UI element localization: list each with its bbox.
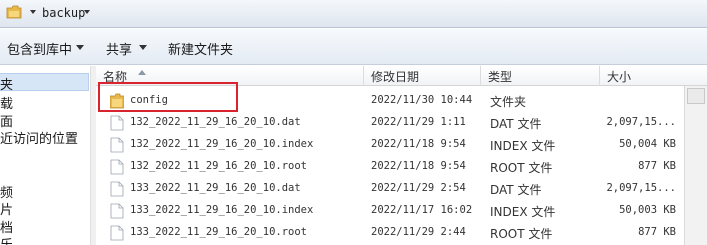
scroll-up-button[interactable]	[687, 88, 705, 104]
column-header-type[interactable]: 类型	[481, 66, 600, 86]
folder-icon	[6, 5, 22, 19]
file-size: 50,004 KB	[619, 138, 676, 150]
column-header-size[interactable]: 大小	[600, 66, 684, 86]
file-type: INDEX 文件	[490, 205, 556, 219]
file-modified: 2022/11/29 2:54	[371, 182, 466, 194]
vertical-scrollbar[interactable]	[684, 86, 707, 245]
file-name: 132_2022_11_29_16_20_10.dat	[130, 116, 301, 128]
file-type: ROOT 文件	[490, 227, 553, 241]
new-folder-button[interactable]: 新建文件夹	[168, 39, 233, 58]
file-icon	[110, 203, 124, 219]
nav-item[interactable]: 乐	[0, 234, 13, 245]
file-name: 133_2022_11_29_16_20_10.index	[130, 204, 314, 216]
file-modified: 2022/11/29 2:44	[371, 226, 466, 238]
chevron-down-icon[interactable]	[76, 45, 84, 50]
command-bar: 包含到库中 共享 新建文件夹	[0, 29, 707, 65]
file-row[interactable]: 133_2022_11_29_16_20_10.index 2022/11/17…	[96, 200, 684, 222]
file-type: INDEX 文件	[490, 139, 556, 153]
file-type: 文件夹	[490, 95, 527, 109]
nav-item[interactable]: 载	[0, 93, 13, 112]
address-path[interactable]: backup	[42, 6, 85, 20]
file-name: 133_2022_11_29_16_20_10.dat	[130, 182, 301, 194]
file-row[interactable]: 132_2022_11_29_16_20_10.dat 2022/11/29 1…	[96, 112, 684, 134]
file-icon	[110, 159, 124, 175]
share-button[interactable]: 共享	[106, 39, 132, 58]
navigation-pane: 夹 载 面 近访问的位置 频 片 档 乐	[0, 66, 90, 245]
file-modified: 2022/11/18 9:54	[371, 160, 466, 172]
file-row[interactable]: 133_2022_11_29_16_20_10.dat 2022/11/29 2…	[96, 178, 684, 200]
file-size: 2,097,15...	[606, 116, 676, 128]
file-icon	[110, 225, 124, 241]
file-name: 132_2022_11_29_16_20_10.root	[130, 160, 308, 172]
chevron-down-icon[interactable]	[139, 45, 147, 50]
file-row[interactable]: 132_2022_11_29_16_20_10.index 2022/11/18…	[96, 134, 684, 156]
nav-item[interactable]: 片	[0, 199, 13, 218]
file-size: 50,003 KB	[619, 204, 676, 216]
file-modified: 2022/11/17 16:02	[371, 204, 473, 216]
file-size: 877 KB	[638, 226, 676, 238]
file-modified: 2022/11/29 1:11	[371, 116, 466, 128]
file-icon	[110, 137, 124, 153]
file-type: ROOT 文件	[490, 161, 553, 175]
nav-item-recent-places[interactable]: 近访问的位置	[0, 128, 78, 147]
file-modified: 2022/11/18 9:54	[371, 138, 466, 150]
file-type: DAT 文件	[490, 117, 542, 131]
file-size: 2,097,15...	[606, 182, 676, 194]
include-in-library-button[interactable]: 包含到库中	[7, 39, 72, 58]
file-type: DAT 文件	[490, 183, 542, 197]
file-row[interactable]: 133_2022_11_29_16_20_10.root 2022/11/29 …	[96, 222, 684, 244]
file-name: 132_2022_11_29_16_20_10.index	[130, 138, 314, 150]
file-size: 877 KB	[638, 160, 676, 172]
column-header-modified[interactable]: 修改日期	[364, 66, 481, 86]
address-bar[interactable]: backup	[0, 0, 707, 28]
highlight-box	[98, 82, 238, 112]
file-icon	[110, 115, 124, 131]
nav-selection-highlight	[0, 73, 89, 91]
nav-item[interactable]: 夹	[0, 74, 13, 93]
file-row[interactable]: 132_2022_11_29_16_20_10.root 2022/11/18 …	[96, 156, 684, 178]
file-icon	[110, 181, 124, 197]
chevron-down-icon[interactable]	[84, 9, 90, 15]
file-name: 133_2022_11_29_16_20_10.root	[130, 226, 308, 238]
file-modified: 2022/11/30 10:44	[371, 94, 473, 106]
sort-ascending-icon	[138, 70, 146, 75]
chevron-down-icon[interactable]	[30, 9, 36, 15]
